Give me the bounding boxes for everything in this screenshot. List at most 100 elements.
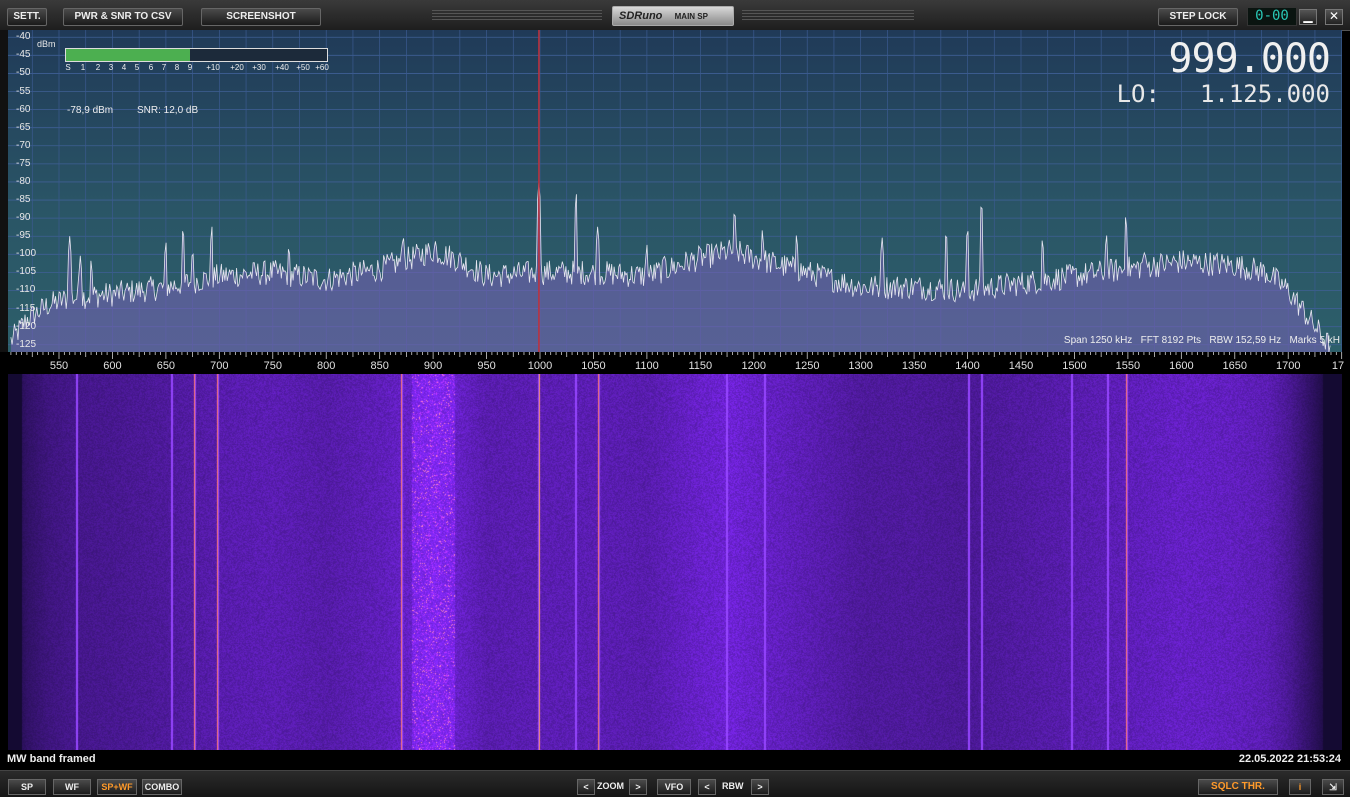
frequency-tick-label: 1050 — [581, 360, 606, 372]
lo-value: 1.125.000 — [1199, 80, 1330, 108]
db-tick-label: -100 — [16, 248, 37, 260]
s-meter-scale-label: +10 — [206, 63, 220, 72]
power-readout: -78,9 dBm — [67, 105, 114, 116]
frequency-tick-label: 1450 — [1008, 360, 1034, 372]
frequency-tick-label: 17 — [1331, 360, 1345, 372]
frequency-tick-label: 1150 — [688, 360, 713, 372]
rbw-prev-button[interactable]: < — [698, 779, 716, 795]
close-icon[interactable]: ✕ — [1325, 9, 1343, 25]
db-tick-label: -65 — [16, 121, 31, 133]
db-tick-label: -125 — [16, 338, 37, 350]
marks-info: Marks 5 kH — [1289, 335, 1340, 346]
frequency-tick-label: 600 — [103, 360, 122, 372]
spectrum-plot[interactable] — [8, 30, 1342, 352]
frequency-tick-label: 1400 — [955, 360, 980, 372]
waterfall-canvas[interactable] — [8, 374, 1342, 750]
settings-button[interactable]: SETT. — [7, 8, 47, 26]
frequency-tick-label: 1300 — [848, 360, 873, 372]
sp-wf-button[interactable]: SP+WF — [97, 779, 137, 795]
spectrum-left-margin — [0, 30, 8, 352]
db-tick-label: -120 — [16, 320, 37, 332]
db-tick-label: -60 — [16, 103, 31, 115]
frequency-tick-label: 1500 — [1062, 360, 1087, 372]
window-mode: MAIN SP — [674, 12, 708, 21]
combo-button[interactable]: COMBO — [142, 779, 182, 795]
frequency-tick-label: 800 — [317, 360, 336, 372]
screenshot-button[interactable]: SCREENSHOT — [201, 8, 321, 26]
frequency-tick-label: 700 — [210, 360, 229, 372]
db-tick-label: -40 — [16, 31, 31, 43]
pwr-snr-csv-button[interactable]: PWR & SNR TO CSV — [63, 8, 183, 26]
status-timestamp: 22.05.2022 21:53:24 — [1238, 753, 1341, 765]
rbw-label: RBW — [722, 781, 744, 791]
s-meter-scale-label: 3 — [108, 63, 114, 72]
step-display[interactable]: 0-00 — [1247, 7, 1297, 26]
s-meter-fill — [66, 49, 190, 61]
db-tick-label: -105 — [16, 266, 37, 278]
s-meter-scale-label: +60 — [315, 63, 329, 72]
frequency-tick-label: 750 — [263, 360, 282, 372]
rbw-next-button[interactable]: > — [751, 779, 769, 795]
fft-info: FFT 8192 Pts — [1140, 335, 1202, 346]
step-lock-button[interactable]: STEP LOCK — [1158, 8, 1238, 26]
drag-grip-left[interactable] — [432, 10, 602, 20]
s-meter-scale-label: +30 — [252, 63, 266, 72]
frequency-ticks — [10, 352, 1343, 359]
vfo-button[interactable]: VFO — [657, 779, 691, 795]
db-tick-label: -110 — [16, 284, 36, 296]
s-meter-scale-label: 7 — [161, 63, 167, 72]
frequency-tick-label: 1600 — [1169, 360, 1194, 372]
db-tick-label: -55 — [16, 85, 31, 97]
spectrum-panel[interactable] — [8, 30, 1342, 352]
top-toolbar: SETT. PWR & SNR TO CSV SCREENSHOT SDRuno… — [0, 0, 1350, 31]
db-tick-label: -80 — [16, 175, 31, 187]
wf-button[interactable]: WF — [53, 779, 91, 795]
frequency-tick-label: 1100 — [635, 360, 659, 372]
vfo-frequency[interactable]: 999.000 — [1168, 36, 1331, 82]
brand-logo: SDRuno — [619, 10, 663, 22]
s-meter-scale-label: +50 — [296, 63, 310, 72]
s-meter-scale-label: 5 — [134, 63, 140, 72]
sp-button[interactable]: SP — [8, 779, 46, 795]
lo-label: LO: — [1116, 80, 1160, 108]
s-meter — [65, 48, 328, 62]
s-meter-scale-label: 2 — [95, 63, 101, 72]
status-bar: MW band framed 22.05.2022 21:53:24 — [0, 750, 1350, 770]
s-meter-scale-label: 6 — [148, 63, 154, 72]
waterfall-panel[interactable] — [8, 374, 1342, 750]
bottom-toolbar: SP WF SP+WF COMBO < ZOOM > VFO < RBW > S… — [0, 770, 1350, 797]
span-info: Span 1250 kHz — [1063, 335, 1133, 346]
status-left: MW band framed — [7, 753, 96, 765]
frequency-tick-label: 850 — [370, 360, 389, 372]
frequency-tick-label: 1000 — [527, 360, 553, 372]
zoom-next-button[interactable]: > — [629, 779, 647, 795]
info-button[interactable]: i — [1289, 779, 1311, 795]
db-tick-label: -50 — [16, 67, 31, 79]
frequency-tick-label: 900 — [423, 360, 443, 372]
db-tick-label: -70 — [16, 139, 31, 151]
db-tick-label: -95 — [16, 230, 31, 242]
s-meter-scale-label: S — [65, 63, 71, 72]
db-tick-label: -75 — [16, 157, 31, 169]
rbw-info: RBW 152,59 Hz — [1209, 335, 1282, 346]
drag-grip-right[interactable] — [742, 10, 914, 20]
brand-badge: SDRuno MAIN SP — [612, 6, 734, 26]
db-unit-label: dBm — [37, 39, 56, 49]
s-meter-scale-label: +40 — [275, 63, 289, 72]
frequency-tick-label: 550 — [49, 360, 69, 372]
frequency-tick-label: 950 — [477, 360, 496, 372]
db-tick-label: -85 — [16, 194, 31, 206]
db-tick-label: -115 — [16, 302, 36, 314]
frequency-axis[interactable]: 550 600 650 700 750 800 850 900 950 1000 1050 1100 1… — [0, 352, 1350, 374]
frequency-tick-label: 1200 — [741, 360, 767, 372]
lo-frequency[interactable]: LO: 1.125.000 — [1117, 80, 1330, 108]
spectrum-info: Span 1250 kHz FFT 8192 Pts RBW 152,59 Hz… — [1064, 335, 1340, 346]
frequency-tick-label: 1700 — [1275, 360, 1301, 372]
minimize-icon[interactable]: ▁ — [1299, 9, 1317, 25]
frequency-tick-label: 650 — [156, 360, 176, 372]
resize-icon[interactable]: ⇲ — [1322, 779, 1344, 795]
zoom-label: ZOOM — [597, 781, 624, 791]
sqlc-threshold-button[interactable]: SQLC THR. — [1198, 779, 1278, 795]
zoom-prev-button[interactable]: < — [577, 779, 595, 795]
frequency-tick-label: 1550 — [1115, 360, 1141, 372]
